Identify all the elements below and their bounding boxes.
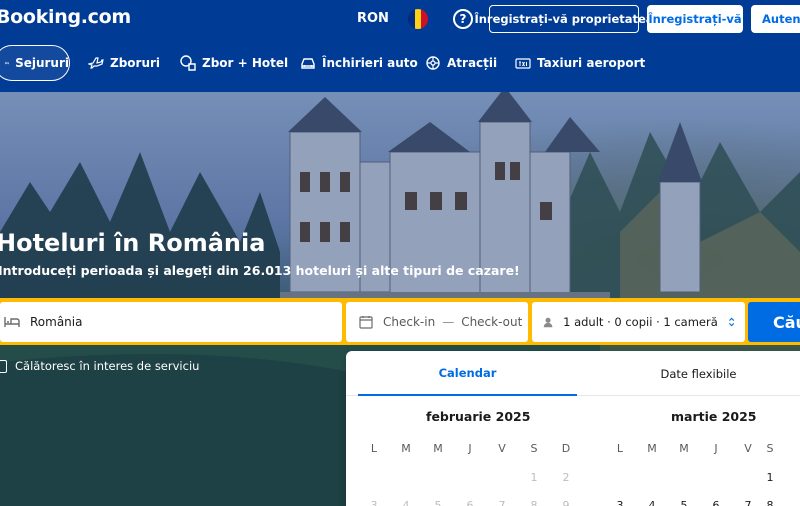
weekday-label: L xyxy=(616,442,624,455)
plane-icon xyxy=(88,57,104,69)
nav-taxiuri-aeroport[interactable]: Taxiuri aeroport xyxy=(515,45,645,81)
nav-zbor-hotel[interactable]: Zbor + Hotel xyxy=(180,45,288,81)
calendar-day[interactable]: 6 xyxy=(706,499,726,506)
chevron-updown-icon xyxy=(728,317,734,327)
nav-label: Închirieri auto xyxy=(322,56,418,70)
nav-label: Sejururi xyxy=(15,56,69,70)
calendar-day[interactable]: 8 xyxy=(760,499,780,506)
check-out-placeholder: Check-out xyxy=(461,315,523,329)
guests-field[interactable]: 1 adult · 0 copii · 1 cameră xyxy=(532,302,745,342)
top-header: Booking.com RON ? Înregistrați-vă propri… xyxy=(0,0,800,92)
list-property-button[interactable]: Înregistrați-vă proprietatea xyxy=(474,5,654,33)
nav-label: Atracții xyxy=(447,56,498,70)
nav-zboruri[interactable]: Zboruri xyxy=(88,45,160,81)
nav-label: Taxiuri aeroport xyxy=(537,56,646,70)
hero-title: Hoteluri în România xyxy=(0,229,266,257)
weekday-label: L xyxy=(370,442,378,455)
weekday-label: D xyxy=(561,442,571,455)
calendar-day[interactable]: 1 xyxy=(524,471,544,484)
date-picker-popup: Calendar Date flexibile februarie 2025 m… xyxy=(346,351,800,506)
weekday-label: V xyxy=(498,442,506,455)
tab-flexible-dates[interactable]: Date flexibile xyxy=(589,351,800,396)
calendar-day[interactable]: 2 xyxy=(556,471,576,484)
business-travel-checkbox[interactable] xyxy=(0,359,7,373)
taxi-icon xyxy=(515,57,531,69)
currency-selector[interactable]: RON xyxy=(357,11,389,26)
calendar-icon xyxy=(359,316,373,329)
calendar-day[interactable]: 7 xyxy=(492,499,512,506)
sign-in-button[interactable]: Autentificați-vă xyxy=(751,5,800,33)
weekday-label: S xyxy=(766,442,774,455)
destination-field[interactable]: România xyxy=(0,302,342,342)
calendar-day[interactable]: 4 xyxy=(396,499,416,506)
dates-separator: — xyxy=(442,315,455,329)
calendar-day[interactable]: 5 xyxy=(674,499,694,506)
romania-flag-icon[interactable] xyxy=(408,9,428,29)
calendar-day[interactable]: 8 xyxy=(524,499,544,506)
help-icon[interactable]: ? xyxy=(453,9,473,29)
calendar-day[interactable]: 5 xyxy=(428,499,448,506)
nav-sejururi[interactable]: Sejururi xyxy=(0,45,70,81)
calendar-day[interactable]: 7 xyxy=(738,499,758,506)
weekday-label: V xyxy=(744,442,752,455)
weekday-label: M xyxy=(647,442,657,455)
nav-label: Zboruri xyxy=(110,56,161,70)
check-in-placeholder: Check-in xyxy=(383,315,436,329)
booking-logo[interactable]: Booking.com xyxy=(0,6,131,28)
business-travel-label: Călătoresc în interes de serviciu xyxy=(15,359,200,373)
calendar-tabs: Calendar Date flexibile xyxy=(346,351,800,396)
car-icon xyxy=(301,57,315,69)
dates-field[interactable]: Check-in — Check-out xyxy=(346,302,528,342)
month-title: martie 2025 xyxy=(671,409,757,424)
nav-atractii[interactable]: Atracții xyxy=(425,45,497,81)
calendar-day[interactable]: 3 xyxy=(610,499,630,506)
weekday-label: J xyxy=(468,442,472,455)
calendar-day[interactable]: 1 xyxy=(760,471,780,484)
weekday-label: M xyxy=(679,442,689,455)
guests-value: 1 adult · 0 copii · 1 cameră xyxy=(563,315,718,329)
hero-subtitle: Introduceți perioada și alegeți din 26.0… xyxy=(0,263,520,278)
business-travel-option[interactable]: Călătoresc în interes de serviciu xyxy=(0,359,199,373)
calendar-day[interactable]: 6 xyxy=(460,499,480,506)
attractions-icon xyxy=(426,56,440,70)
flight-hotel-icon xyxy=(180,55,196,71)
nav-inchirieri-auto[interactable]: Închirieri auto xyxy=(300,45,418,81)
month-title: februarie 2025 xyxy=(426,409,531,424)
weekday-label: J xyxy=(714,442,718,455)
calendar-day[interactable]: 4 xyxy=(642,499,662,506)
search-button[interactable]: Căutați xyxy=(748,302,800,342)
destination-value: România xyxy=(30,315,83,329)
weekday-label: S xyxy=(530,442,538,455)
bed-icon xyxy=(5,61,9,65)
bed-icon xyxy=(4,317,20,327)
calendar-day[interactable]: 9 xyxy=(556,499,576,506)
weekday-label: M xyxy=(433,442,443,455)
tab-calendar[interactable]: Calendar xyxy=(358,351,577,396)
person-icon xyxy=(543,317,553,327)
nav-label: Zbor + Hotel xyxy=(202,56,289,70)
calendar-day[interactable]: 3 xyxy=(364,499,384,506)
weekday-label: M xyxy=(401,442,411,455)
register-button[interactable]: Înregistrați-vă xyxy=(647,5,743,33)
